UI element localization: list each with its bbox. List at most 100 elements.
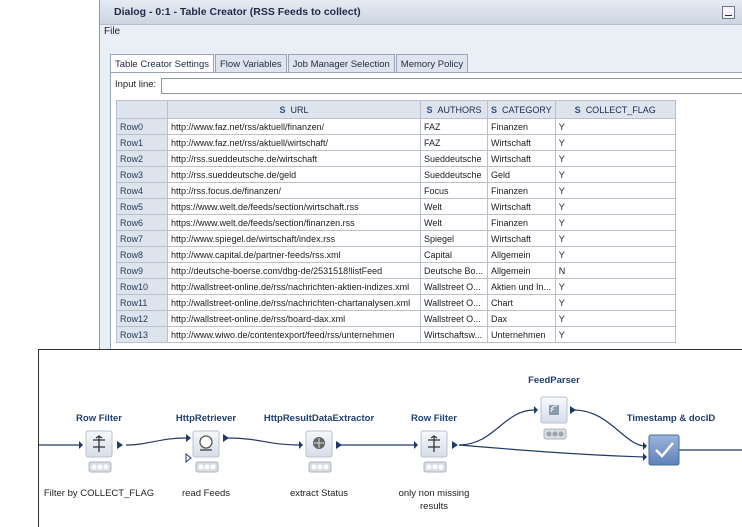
url-cell[interactable]: http://rss.sueddeutsche.de/geld [167,166,421,183]
collect-flag-cell[interactable]: Y [554,310,676,327]
table-row[interactable]: Row13 http://www.wiwo.de/contentexport/fe… [116,326,676,343]
column-header-collect-flag[interactable]: S COLLECT_FLAG [554,100,676,119]
tab-flow-variables[interactable]: Flow Variables [215,54,287,73]
row-id-cell[interactable]: Row13 [116,326,168,343]
category-cell[interactable]: Allgemein [487,262,556,279]
authors-cell[interactable]: Wallstreet O... [420,278,488,295]
tab-table-creator-settings[interactable]: Table Creator Settings [110,54,214,74]
column-header-category[interactable]: S CATEGORY [487,100,556,119]
column-header-url[interactable]: S URL [167,100,421,119]
row-id-cell[interactable]: Row5 [116,198,168,215]
input-line-field[interactable] [161,78,742,94]
tab-memory-policy[interactable]: Memory Policy [395,54,469,73]
collect-flag-cell[interactable]: Y [554,214,676,231]
collect-flag-cell[interactable]: Y [554,294,676,311]
url-cell[interactable]: http://rss.sueddeutsche.de/wirtschaft [167,150,421,167]
url-cell[interactable]: http://www.wiwo.de/contentexport/feed/rs… [167,326,421,343]
authors-cell[interactable]: Welt [420,214,488,231]
category-cell[interactable]: Wirtschaft [487,198,556,215]
url-cell[interactable]: https://www.welt.de/feeds/section/wirtsc… [167,198,421,215]
row-id-cell[interactable]: Row10 [116,278,168,295]
authors-cell[interactable]: Welt [420,198,488,215]
collect-flag-cell[interactable]: Y [554,134,676,151]
table-row[interactable]: Row4 http://rss.focus.de/finanzen/Focus Fi… [116,182,676,199]
authors-cell[interactable]: Wallstreet O... [420,310,488,327]
authors-cell[interactable]: Focus [420,182,488,199]
url-cell[interactable]: http://www.faz.net/rss/aktuell/wirtschaf… [167,134,421,151]
category-cell[interactable]: Wirtschaft [487,134,556,151]
collect-flag-cell[interactable]: Y [554,230,676,247]
table-row[interactable]: Row12 http://wallstreet-online.de/rss/boa… [116,310,676,327]
table-row[interactable]: Row9 http://deutsche-boerse.com/dbg-de/25… [116,262,676,279]
collect-flag-cell[interactable]: Y [554,150,676,167]
category-cell[interactable]: Chart [487,294,556,311]
table-row[interactable]: Row6 https://www.welt.de/feeds/section/fi… [116,214,676,231]
row-id-cell[interactable]: Row6 [116,214,168,231]
collect-flag-cell[interactable]: Y [554,246,676,263]
collect-flag-cell[interactable]: Y [554,198,676,215]
collect-flag-cell[interactable]: Y [554,118,676,135]
url-cell[interactable]: http://deutsche-boerse.com/dbg-de/253151… [167,262,421,279]
table-row[interactable]: Row2 http://rss.sueddeutsche.de/wirtschaf… [116,150,676,167]
url-cell[interactable]: http://wallstreet-online.de/rss/nachrich… [167,278,421,295]
category-cell[interactable]: Geld [487,166,556,183]
node-http-retriever[interactable] [185,430,229,473]
url-cell[interactable]: http://rss.focus.de/finanzen/ [167,182,421,199]
category-cell[interactable]: Finanzen [487,214,556,231]
url-cell[interactable]: http://wallstreet-online.de/rss/board-da… [167,310,421,327]
row-id-cell[interactable]: Row11 [116,294,168,311]
category-cell[interactable]: Aktien und In... [487,278,556,295]
collect-flag-cell[interactable]: Y [554,326,676,343]
authors-cell[interactable]: FAZ [420,134,488,151]
table-row[interactable]: Row10 http://wallstreet-online.de/rss/nac… [116,278,676,295]
row-id-cell[interactable]: Row9 [116,262,168,279]
row-id-cell[interactable]: Row7 [116,230,168,247]
category-cell[interactable]: Wirtschaft [487,150,556,167]
url-cell[interactable]: http://wallstreet-online.de/rss/nachrich… [167,294,421,311]
row-id-cell[interactable]: Row0 [116,118,168,135]
url-cell[interactable]: http://www.spiegel.de/wirtschaft/index.r… [167,230,421,247]
menu-file[interactable]: File [104,25,120,39]
row-id-cell[interactable]: Row3 [116,166,168,183]
collect-flag-cell[interactable]: N [554,262,676,279]
collect-flag-cell[interactable]: Y [554,182,676,199]
category-cell[interactable]: Wirtschaft [487,230,556,247]
authors-cell[interactable]: FAZ [420,118,488,135]
node-row-filter-2[interactable] [414,430,458,473]
table-row[interactable]: Row7 http://www.spiegel.de/wirtschaft/ind… [116,230,676,247]
node-row-filter-1[interactable] [79,430,123,473]
authors-cell[interactable]: Wallstreet O... [420,294,488,311]
authors-cell[interactable]: Sueddeutsche [420,150,488,167]
row-id-cell[interactable]: Row8 [116,246,168,263]
table-row[interactable]: Row1 http://www.faz.net/rss/aktuell/wirts… [116,134,676,151]
node-http-result-data-extractor[interactable] [299,430,342,473]
row-id-cell[interactable]: Row2 [116,150,168,167]
tab-job-manager-selection[interactable]: Job Manager Selection [287,54,395,73]
node-feed-parser[interactable] [534,396,576,440]
authors-cell[interactable]: Capital [420,246,488,263]
table-row[interactable]: Row11 http://wallstreet-online.de/rss/nac… [116,294,676,311]
table-row[interactable]: Row0 http://www.faz.net/rss/aktuell/finan… [116,118,676,135]
category-cell[interactable]: Allgemein [487,246,556,263]
table-row[interactable]: Row3 http://rss.sueddeutsche.de/geld Suedd… [116,166,676,183]
node-timestamp-docid[interactable] [643,434,680,466]
minimize-button[interactable] [722,6,735,19]
category-cell[interactable]: Finanzen [487,182,556,199]
category-cell[interactable]: Dax [487,310,556,327]
row-id-cell[interactable]: Row1 [116,134,168,151]
category-cell[interactable]: Unternehmen [487,326,556,343]
url-cell[interactable]: http://www.faz.net/rss/aktuell/finanzen/ [167,118,421,135]
authors-cell[interactable]: Spiegel [420,230,488,247]
collect-flag-cell[interactable]: Y [554,166,676,183]
row-id-cell[interactable]: Row12 [116,310,168,327]
table-row[interactable]: Row5 https://www.welt.de/feeds/section/wi… [116,198,676,215]
category-cell[interactable]: Finanzen [487,118,556,135]
url-cell[interactable]: http://www.capital.de/partner-feeds/rss.… [167,246,421,263]
authors-cell[interactable]: Wirtschaftsw... [420,326,488,343]
authors-cell[interactable]: Sueddeutsche [420,166,488,183]
url-cell[interactable]: https://www.welt.de/feeds/section/finanz… [167,214,421,231]
table-row[interactable]: Row8 http://www.capital.de/partner-feeds/… [116,246,676,263]
authors-cell[interactable]: Deutsche Bo... [420,262,488,279]
column-header-authors[interactable]: S AUTHORS [420,100,488,119]
collect-flag-cell[interactable]: Y [554,278,676,295]
